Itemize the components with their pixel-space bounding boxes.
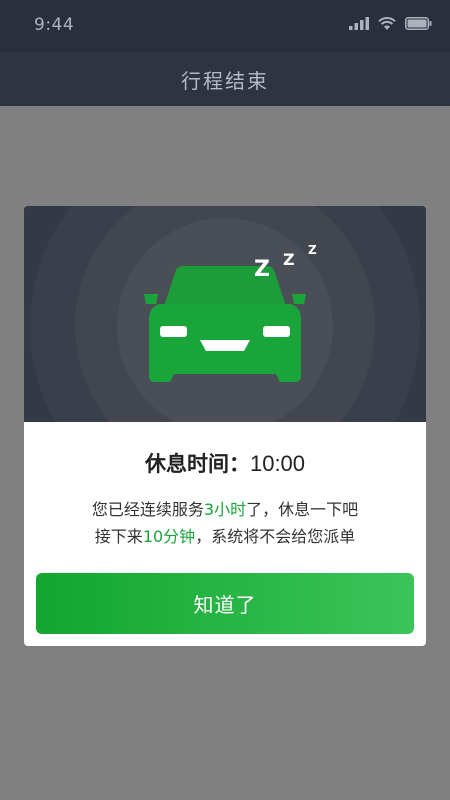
- rest-time-label: 休息时间：: [144, 452, 250, 476]
- message-text: 您已经连续服务: [91, 500, 204, 519]
- signal-icon: [349, 17, 369, 30]
- dialog-hero: Z Z Z: [24, 206, 426, 422]
- sleeping-car-icon: Z Z Z: [24, 206, 426, 422]
- sleep-z-small: Z: [308, 243, 317, 257]
- nav-bar: 行程结束: [0, 52, 450, 106]
- got-it-button[interactable]: 知道了: [36, 573, 414, 634]
- page-title: 行程结束: [181, 68, 269, 93]
- rest-message-line-1: 您已经连续服务3小时了，休息一下吧: [24, 496, 426, 523]
- sleep-z-large: Z: [254, 257, 270, 282]
- message-text: 接下来: [94, 527, 143, 546]
- rest-time-title: 休息时间：10:00: [24, 448, 426, 478]
- status-bar: 9:44: [0, 0, 450, 52]
- message-text: ，系统将不会给您派单: [195, 527, 356, 546]
- wifi-icon: [378, 17, 396, 30]
- service-hours-highlight: 3小时: [203, 500, 247, 519]
- rest-message: 您已经连续服务3小时了，休息一下吧 接下来10分钟，系统将不会给您派单: [24, 496, 426, 550]
- status-icons: [349, 17, 432, 30]
- message-text: 了，休息一下吧: [246, 500, 359, 519]
- rest-minutes-highlight: 10分钟: [142, 527, 196, 546]
- battery-icon: [405, 17, 432, 30]
- rest-message-line-2: 接下来10分钟，系统将不会给您派单: [24, 523, 426, 550]
- rest-time-value: 10:00: [249, 451, 306, 476]
- rest-dialog: Z Z Z 休息时间：10:00 您已经连续服务3小时了，休息一下吧 接下来10…: [24, 206, 426, 646]
- status-time: 9:44: [34, 15, 75, 35]
- sleep-z-medium: Z: [283, 250, 295, 269]
